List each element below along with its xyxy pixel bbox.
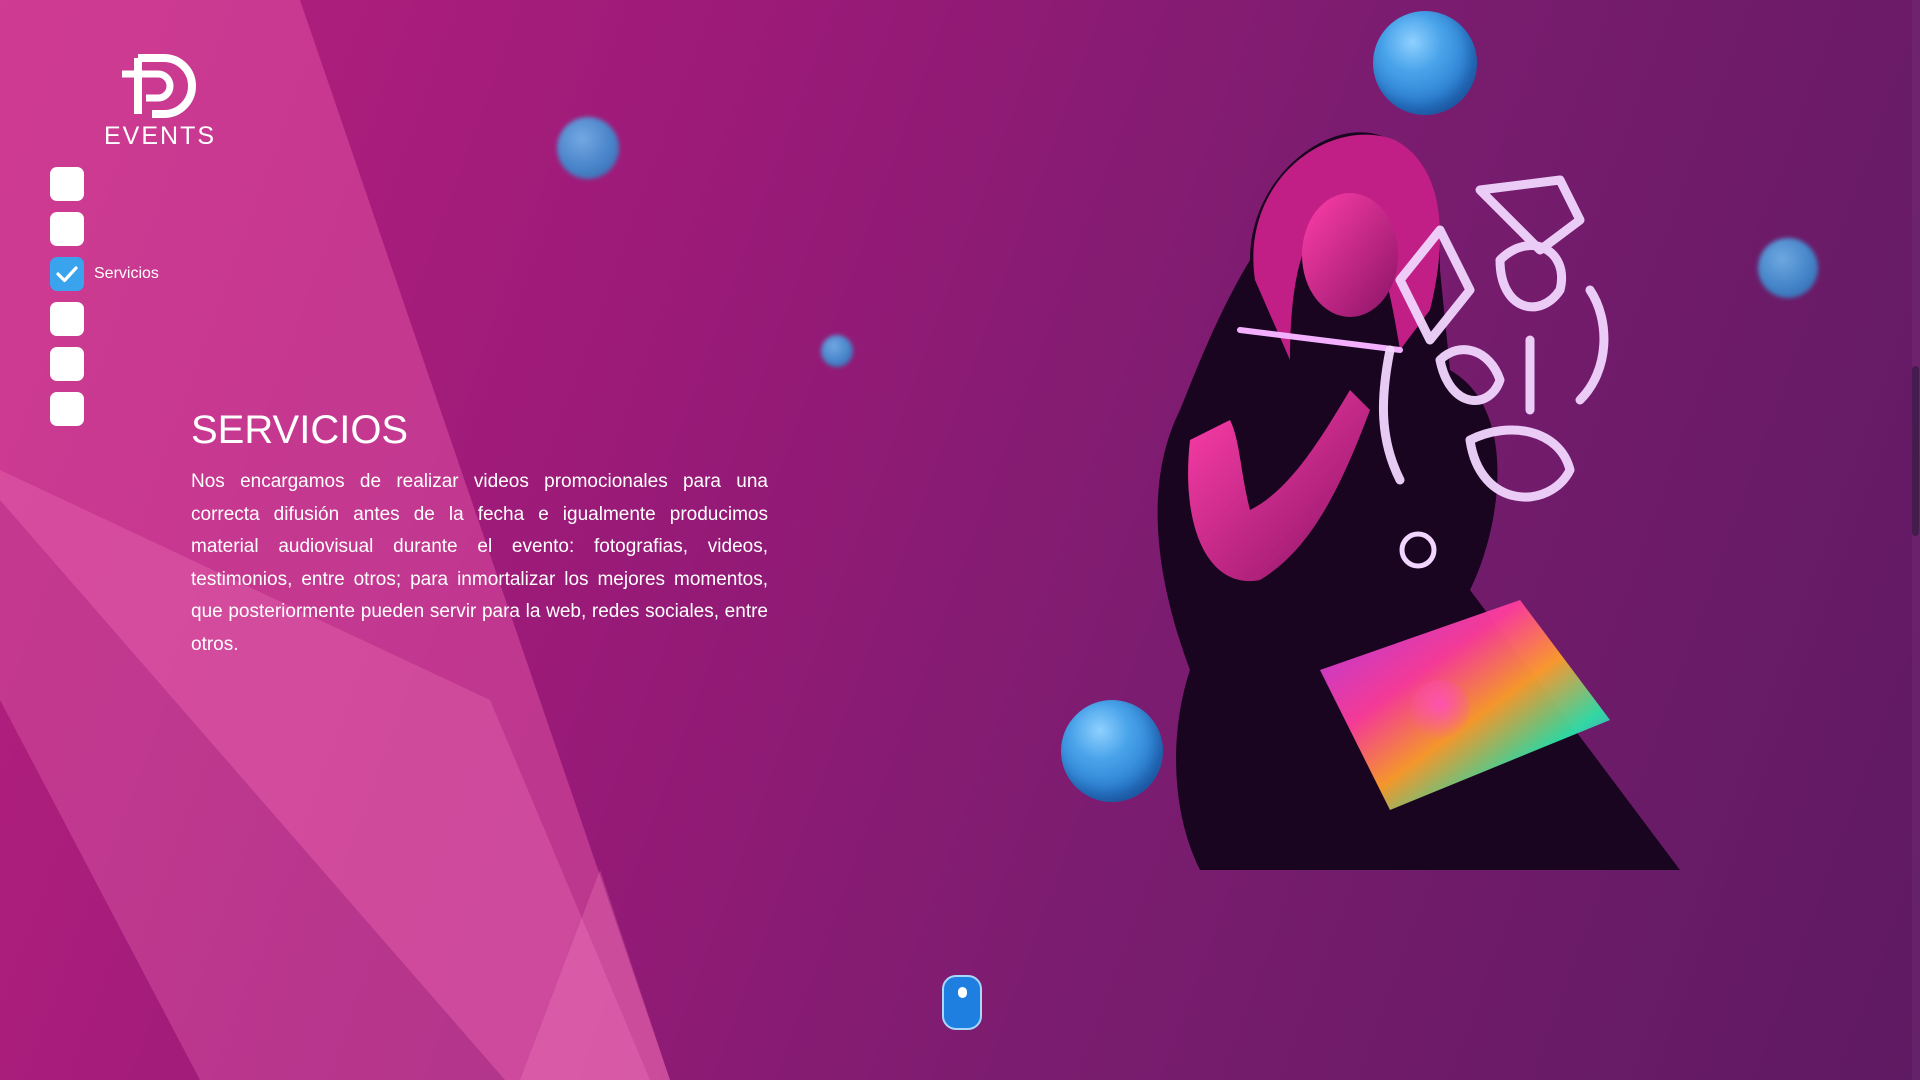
decorative-sphere bbox=[1373, 11, 1477, 115]
nav-item-5[interactable] bbox=[50, 346, 159, 382]
section-description: Nos encargamos de realizar videos promoc… bbox=[191, 471, 768, 655]
page-title: SERVICIOS bbox=[191, 408, 409, 452]
painter-artwork-image bbox=[1157, 132, 1680, 870]
nav-checkbox[interactable] bbox=[50, 167, 84, 201]
decorative-sphere bbox=[821, 335, 853, 367]
decorative-sphere bbox=[1758, 238, 1818, 298]
logo[interactable]: EVENTS bbox=[104, 52, 214, 151]
nav-item-2[interactable] bbox=[50, 211, 159, 247]
scroll-wheel-dot bbox=[958, 987, 967, 998]
scrollbar-track[interactable] bbox=[1912, 0, 1920, 1080]
logo-mark-icon bbox=[122, 54, 196, 118]
nav-checkbox[interactable] bbox=[50, 347, 84, 381]
services-section: SERVICIOS Nos encargamos de realizar vid… bbox=[191, 404, 768, 662]
nav-checkbox[interactable] bbox=[50, 212, 84, 246]
scrollbar-thumb[interactable] bbox=[1912, 366, 1919, 536]
nav-checkbox[interactable] bbox=[50, 392, 84, 426]
nav-checkbox-checked[interactable] bbox=[50, 257, 84, 291]
nav-item-6[interactable] bbox=[50, 391, 159, 427]
nav-checkbox[interactable] bbox=[50, 302, 84, 336]
decorative-sphere bbox=[557, 117, 619, 179]
check-icon bbox=[56, 266, 78, 283]
nav-item-1[interactable] bbox=[50, 166, 159, 202]
nav-label: Servicios bbox=[94, 265, 159, 282]
logo-text: EVENTS bbox=[104, 122, 217, 150]
mouse-scroll-icon[interactable] bbox=[942, 975, 982, 1030]
nav-item-4[interactable] bbox=[50, 301, 159, 337]
nav-item-servicios[interactable]: Servicios bbox=[50, 256, 159, 292]
section-nav: Servicios bbox=[50, 166, 159, 436]
